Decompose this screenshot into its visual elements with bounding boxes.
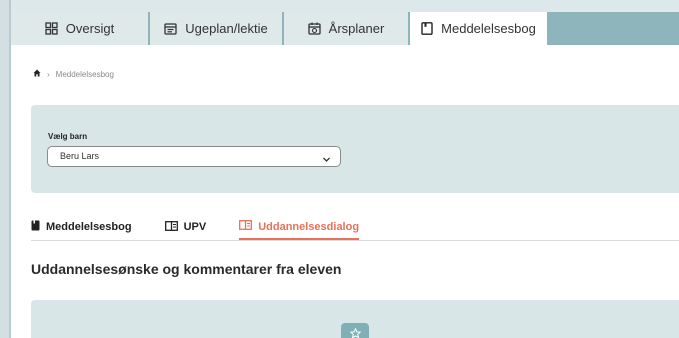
tab-label: Ugeplan/lektie — [185, 21, 268, 36]
subtab-meddelelsesbog[interactable]: Meddelelsesbog — [31, 217, 132, 237]
subtab-label: Uddannelsesdialog — [258, 220, 360, 233]
subtabs: Meddelelsesbog UPV Uddannelsesdialog — [31, 217, 392, 241]
chevron-down-icon — [322, 152, 331, 171]
breadcrumb-current: Meddelelsesbog — [55, 69, 114, 79]
tab-meddelelsesbog[interactable]: Meddelelsesbog — [410, 12, 549, 45]
main-content: › Meddelelsesbog Vælg barn Beru Lars Med… — [11, 45, 679, 338]
top-strip — [11, 0, 679, 12]
subtab-uddannelsesdialog[interactable]: Uddannelsesdialog — [239, 217, 360, 241]
subtab-label: Meddelelsesbog — [46, 221, 132, 233]
calendar-check-icon — [308, 22, 321, 35]
tab-ugeplan[interactable]: Ugeplan/lektie — [150, 12, 284, 45]
tab-arsplaner[interactable]: Årsplaner — [284, 12, 410, 45]
tab-label: Oversigt — [65, 21, 115, 36]
section-title: Uddannelsesønske og kommentarer fra elev… — [31, 261, 342, 277]
wishes-panel — [31, 300, 679, 338]
chevron-right-icon: › — [47, 69, 50, 79]
star-icon — [341, 323, 369, 338]
tab-oversigt[interactable]: Oversigt — [11, 12, 150, 45]
home-icon[interactable] — [33, 69, 41, 79]
notebook-icon — [421, 22, 433, 35]
calendar-icon — [164, 22, 177, 35]
tab-label: Meddelelsesbog — [441, 21, 536, 36]
book-open-icon — [239, 220, 253, 233]
child-select[interactable]: Beru Lars — [47, 146, 341, 167]
grid-icon — [45, 22, 58, 35]
subtabs-divider — [31, 240, 679, 241]
book-open-icon — [164, 220, 178, 234]
main-tabbar: Oversigt Ugeplan/lektie Årsplaner Meddel… — [11, 12, 679, 45]
window-frame-left — [0, 0, 11, 338]
breadcrumb: › Meddelelsesbog — [33, 69, 114, 79]
book-icon — [31, 220, 40, 234]
child-select-panel: Vælg barn Beru Lars — [31, 105, 679, 193]
child-select-label: Vælg barn — [48, 132, 88, 141]
subtab-label: UPV — [183, 221, 207, 233]
tab-label: Årsplaner — [328, 21, 385, 36]
child-select-value: Beru Lars — [60, 151, 100, 161]
subtab-upv[interactable]: UPV — [164, 217, 207, 237]
